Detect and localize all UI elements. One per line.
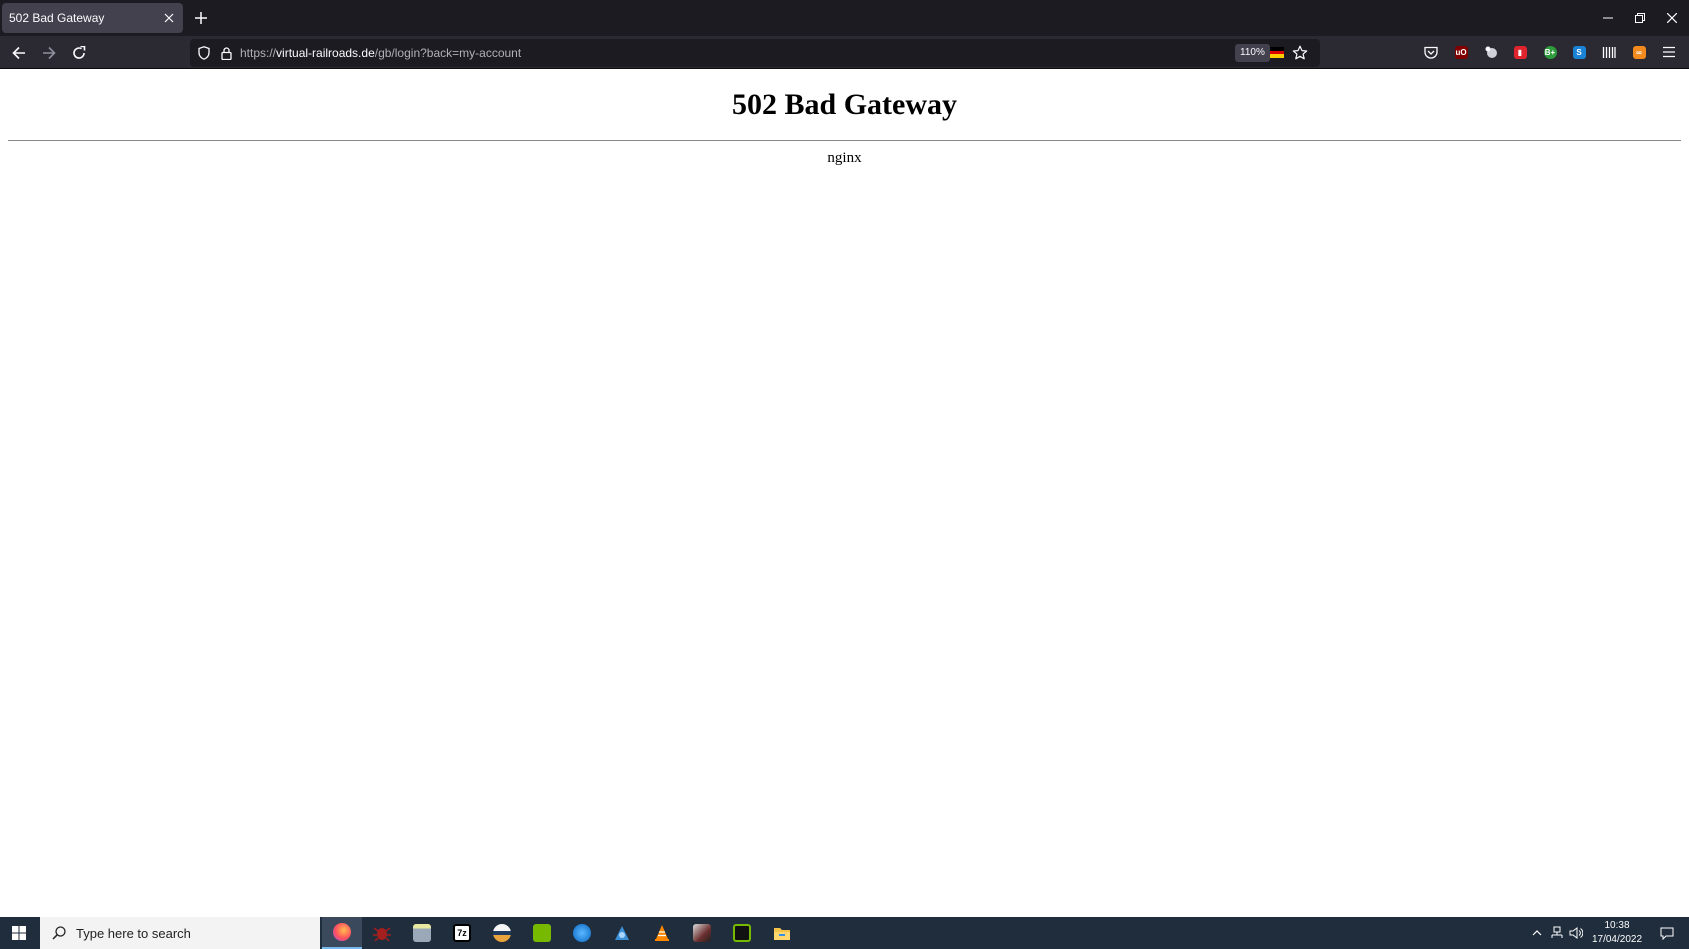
bug-app-taskbar-icon[interactable] (362, 917, 402, 949)
search-icon (52, 926, 66, 940)
new-tab-button[interactable] (189, 6, 213, 30)
bplus-extension-icon[interactable]: B+ (1541, 43, 1559, 61)
7zip-taskbar-icon[interactable]: 7z (442, 917, 482, 949)
steam-like-taskbar-icon[interactable] (602, 917, 642, 949)
tab-title: 502 Bad Gateway (9, 11, 105, 25)
error-heading: 502 Bad Gateway (732, 88, 957, 121)
rss-extension-icon[interactable]: ∞ (1630, 43, 1648, 61)
lock-icon[interactable] (218, 45, 234, 61)
system-clock[interactable]: 10:38 17/04/2022 (1582, 919, 1652, 947)
bookmark-star-icon[interactable] (1291, 44, 1309, 62)
menu-icon[interactable] (1660, 43, 1678, 61)
game-app-taskbar-icon[interactable] (682, 917, 722, 949)
divider (8, 140, 1681, 141)
browser-tab[interactable]: 502 Bad Gateway (2, 3, 183, 33)
back-icon[interactable] (6, 40, 32, 66)
close-tab-icon[interactable] (157, 6, 181, 30)
blue-app-taskbar-icon[interactable] (562, 917, 602, 949)
taskbar: Type here to search 7z 10:38 17/04/2022 (0, 917, 1689, 949)
search-placeholder: Type here to search (76, 925, 191, 941)
zoom-indicator[interactable]: 110% (1235, 44, 1270, 62)
nvidia-green-taskbar-icon[interactable] (522, 917, 562, 949)
forward-icon[interactable] (36, 40, 62, 66)
url-text[interactable]: https://virtual-railroads.de/gb/login?ba… (240, 46, 521, 60)
thunderbird-taskbar-icon[interactable] (482, 917, 522, 949)
address-bar[interactable]: https://virtual-railroads.de/gb/login?ba… (190, 39, 1320, 67)
page-content: 502 Bad Gateway nginx (0, 70, 1689, 917)
reload-icon[interactable] (66, 40, 92, 66)
library-icon[interactable] (1600, 43, 1618, 61)
clock-time: 10:38 (1604, 920, 1630, 931)
german-flag-icon[interactable] (1270, 47, 1284, 58)
vlc-taskbar-icon[interactable] (642, 917, 682, 949)
windows-start-icon[interactable] (0, 917, 38, 949)
pocket-icon[interactable] (1422, 43, 1440, 61)
restore-icon[interactable] (1625, 0, 1655, 36)
ublock-origin-icon[interactable]: uO (1452, 43, 1470, 61)
taskbar-search-box[interactable]: Type here to search (40, 917, 320, 949)
notepad-taskbar-icon[interactable] (402, 917, 442, 949)
extension-icon[interactable] (1482, 43, 1500, 61)
nvidia-taskbar-icon[interactable] (722, 917, 762, 949)
show-hidden-icons-chevron-icon[interactable] (1528, 917, 1546, 949)
clock-date: 17/04/2022 (1591, 934, 1643, 945)
s-extension-icon[interactable]: S (1570, 43, 1588, 61)
network-icon[interactable] (1548, 917, 1566, 949)
firefox-taskbar-icon[interactable] (322, 917, 362, 949)
shield-icon[interactable] (196, 45, 212, 61)
minimize-icon[interactable] (1593, 0, 1623, 36)
server-name: nginx (827, 150, 862, 166)
notifications-icon[interactable] (1652, 917, 1682, 949)
close-window-icon[interactable] (1657, 0, 1687, 36)
navigation-toolbar: https://virtual-railroads.de/gb/login?ba… (0, 36, 1689, 69)
file-explorer-taskbar-icon[interactable] (762, 917, 802, 949)
adblock-icon[interactable]: ▮ (1511, 43, 1529, 61)
tab-strip: 502 Bad Gateway (0, 0, 1689, 36)
